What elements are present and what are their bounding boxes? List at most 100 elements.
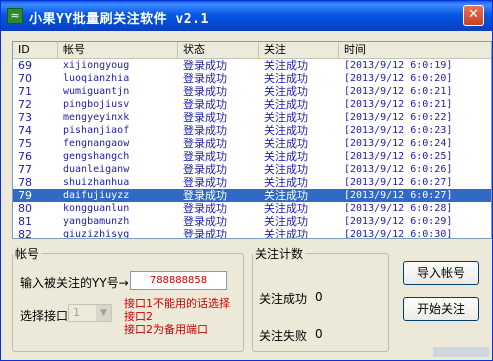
cell-follow: 关注成功 — [264, 163, 308, 176]
cell-id: 75 — [18, 137, 32, 150]
cell-id: 78 — [18, 176, 32, 189]
cell-account: mengyeyinxk — [63, 112, 130, 123]
cell-follow: 关注成功 — [264, 176, 308, 189]
cell-follow: 关注成功 — [264, 150, 308, 163]
table-row[interactable]: 82 qiuzizhisyg 登录成功 关注成功 [2013/9/12 6:0:30] — [13, 228, 491, 239]
column-header-account[interactable]: 帐号 — [58, 42, 178, 58]
port-select[interactable]: 1 ▼ — [68, 304, 112, 322]
close-button[interactable]: ✕ — [463, 5, 484, 26]
list-header: ID 帐号 状态 关注 时间 — [13, 42, 491, 59]
cell-account: wumiguantjn — [63, 86, 130, 97]
success-count-label: 关注成功 — [259, 292, 308, 306]
cell-id: 69 — [18, 59, 32, 72]
cell-status: 登录成功 — [183, 202, 227, 215]
cell-id: 70 — [18, 72, 32, 85]
table-row[interactable]: 76 gengshangch 登录成功 关注成功 [2013/9/12 6:0:25] — [13, 150, 491, 163]
table-row[interactable]: 72 pingbojiusv 登录成功 关注成功 [2013/9/12 6:0:21] — [13, 98, 491, 111]
port-select-label: 选择接口 — [20, 309, 69, 323]
cell-status: 登录成功 — [183, 176, 227, 189]
chevron-down-icon[interactable]: ▼ — [96, 305, 111, 321]
table-row[interactable]: 70 luoqianzhia 登录成功 关注成功 [2013/9/12 6:0:20] — [13, 72, 491, 85]
cell-follow: 关注成功 — [264, 59, 308, 72]
cell-status: 登录成功 — [183, 124, 227, 137]
cell-account: shuizhanhua — [63, 177, 130, 188]
fail-count-value: 0 — [315, 327, 323, 341]
cell-status: 登录成功 — [183, 215, 227, 228]
cell-follow: 关注成功 — [264, 228, 308, 239]
cell-follow: 关注成功 — [264, 202, 308, 215]
cell-id: 81 — [18, 215, 32, 228]
cell-time: [2013/9/12 6:0:20] — [344, 73, 453, 84]
cell-status: 登录成功 — [183, 228, 227, 239]
cell-follow: 关注成功 — [264, 72, 308, 85]
yy-number-label: 输入被关注的YY号→ — [20, 276, 129, 290]
cell-follow: 关注成功 — [264, 189, 308, 202]
cell-time: [2013/9/12 6:0:29] — [344, 216, 453, 227]
cell-account: daifujiuyzz — [63, 190, 130, 201]
cell-account: fengnangaow — [63, 138, 130, 149]
cell-status: 登录成功 — [183, 150, 227, 163]
cell-id: 72 — [18, 98, 32, 111]
cell-account: pishanjiaof — [63, 125, 130, 136]
table-row[interactable]: 80 kongguanlun 登录成功 关注成功 [2013/9/12 6:0:28] — [13, 202, 491, 215]
yy-number-input[interactable]: 788888858 — [130, 271, 227, 290]
table-row[interactable]: 71 wumiguantjn 登录成功 关注成功 [2013/9/12 6:0:21] — [13, 85, 491, 98]
cell-account: gengshangch — [63, 151, 130, 162]
cell-id: 71 — [18, 85, 32, 98]
app-icon: ≈ — [7, 8, 23, 24]
cell-time: [2013/9/12 6:0:27] — [344, 177, 453, 188]
cell-id: 74 — [18, 124, 32, 137]
cell-time: [2013/9/12 6:0:25] — [344, 151, 453, 162]
cell-status: 登录成功 — [183, 85, 227, 98]
cell-id: 73 — [18, 111, 32, 124]
cell-id: 82 — [18, 228, 32, 239]
table-row[interactable]: 73 mengyeyinxk 登录成功 关注成功 [2013/9/12 6:0:22] — [13, 111, 491, 124]
column-header-time[interactable]: 时间 — [339, 42, 491, 58]
cell-follow: 关注成功 — [264, 111, 308, 124]
account-list[interactable]: ID 帐号 状态 关注 时间 69 xijiongyoug 登录成功 关注成功 [201… — [12, 41, 492, 239]
cell-status: 登录成功 — [183, 137, 227, 150]
table-row[interactable]: 75 fengnangaow 登录成功 关注成功 [2013/9/12 6:0:24] — [13, 137, 491, 150]
port-select-value: 1 — [73, 306, 80, 319]
cell-account: xijiongyoug — [63, 60, 130, 71]
fail-count-label: 关注失败 — [259, 329, 308, 343]
cell-time: [2013/9/12 6:0:24] — [344, 138, 453, 149]
list-rows: 69 xijiongyoug 登录成功 关注成功 [2013/9/12 6:0:19] 7… — [13, 59, 491, 239]
column-header-id[interactable]: ID — [13, 42, 58, 58]
table-row[interactable]: 69 xijiongyoug 登录成功 关注成功 [2013/9/12 6:0:19] — [13, 59, 491, 72]
watermark-blur — [433, 347, 489, 357]
port-note-line-3: 接口2为备用端口 — [124, 323, 208, 336]
column-header-status[interactable]: 状态 — [178, 42, 259, 58]
cell-follow: 关注成功 — [264, 215, 308, 228]
cell-time: [2013/9/12 6:0:23] — [344, 125, 453, 136]
cell-time: [2013/9/12 6:0:26] — [344, 164, 453, 175]
success-count-value: 0 — [315, 290, 323, 304]
import-accounts-button[interactable]: 导入帐号 — [403, 261, 479, 285]
cell-status: 登录成功 — [183, 72, 227, 85]
cell-status: 登录成功 — [183, 111, 227, 124]
start-follow-button[interactable]: 开始关注 — [403, 297, 479, 321]
cell-time: [2013/9/12 6:0:28] — [344, 203, 453, 214]
table-row[interactable]: 81 yangbamunzh 登录成功 关注成功 [2013/9/12 6:0:29] — [13, 215, 491, 228]
cell-id: 80 — [18, 202, 32, 215]
title-bar[interactable]: ≈ 小果YY批量刷关注软件 v2.1 ✕ — [1, 1, 492, 31]
cell-account: kongguanlun — [63, 203, 130, 214]
app-window: ≈ 小果YY批量刷关注软件 v2.1 ✕ ID 帐号 状态 关注 时间 69 xi… — [0, 0, 493, 361]
cell-time: [2013/9/12 6:0:22] — [344, 112, 453, 123]
table-row[interactable]: 77 duanleiganw 登录成功 关注成功 [2013/9/12 6:0:26] — [13, 163, 491, 176]
table-row[interactable]: 74 pishanjiaof 登录成功 关注成功 [2013/9/12 6:0:23] — [13, 124, 491, 137]
table-row[interactable]: 79 daifujiuyzz 登录成功 关注成功 [2013/9/12 6:0:27] — [13, 189, 491, 202]
table-row[interactable]: 78 shuizhanhua 登录成功 关注成功 [2013/9/12 6:0:27] — [13, 176, 491, 189]
cell-follow: 关注成功 — [264, 124, 308, 137]
account-group-legend: 帐号 — [15, 247, 40, 261]
window-title: 小果YY批量刷关注软件 v2.1 — [29, 12, 209, 27]
column-header-follow[interactable]: 关注 — [259, 42, 339, 58]
cell-id: 79 — [18, 189, 32, 202]
cell-status: 登录成功 — [183, 163, 227, 176]
cell-time: [2013/9/12 6:0:19] — [344, 60, 453, 71]
cell-id: 76 — [18, 150, 32, 163]
cell-account: pingbojiusv — [63, 99, 130, 110]
cell-account: luoqianzhia — [63, 73, 130, 84]
cell-status: 登录成功 — [183, 98, 227, 111]
cell-follow: 关注成功 — [264, 137, 308, 150]
